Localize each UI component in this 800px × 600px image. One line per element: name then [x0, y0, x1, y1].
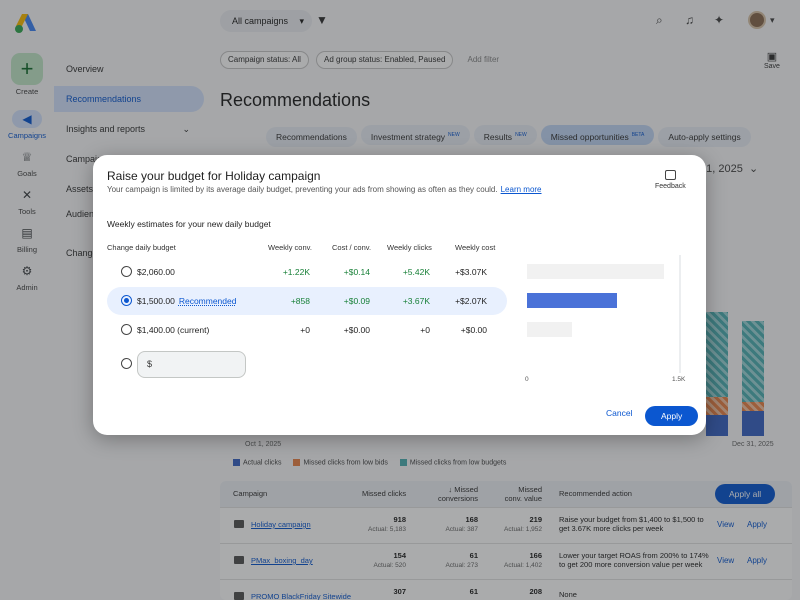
col-weekly-conv: Weekly conv. — [268, 243, 312, 252]
radio-button[interactable] — [121, 324, 132, 335]
budget-amount: $2,060.00 — [137, 267, 175, 277]
cost-conv-delta: +$0.14 — [343, 267, 370, 277]
conv-delta: +0 — [300, 325, 310, 335]
radio-button[interactable] — [121, 266, 132, 277]
conv-delta: +858 — [290, 296, 310, 306]
budget-amount: $1,500.00 Recommended — [137, 296, 237, 306]
radio-button[interactable] — [121, 358, 132, 369]
clicks-delta: +0 — [420, 325, 430, 335]
bar-option-1 — [527, 264, 664, 279]
bar-option-3 — [527, 322, 572, 337]
budget-option-row[interactable]: $2,060.00 +1.22K +$0.14 +5.42K +$3.07K — [107, 258, 507, 286]
apply-button[interactable]: Apply — [645, 406, 699, 426]
feedback-icon — [664, 170, 676, 180]
col-weekly-clicks: Weekly clicks — [387, 243, 432, 252]
cost-delta: +$0.00 — [460, 325, 487, 335]
budget-option-row[interactable]: $1,400.00 (current) +0 +$0.00 +0 +$0.00 — [107, 316, 507, 344]
dialog-description: Your campaign is limited by its average … — [107, 185, 542, 194]
clicks-delta: +3.67K — [402, 296, 430, 306]
cost-delta: +$2.07K — [455, 296, 487, 306]
recommended-label: Recommended — [178, 296, 237, 306]
chart-axis-min: 0 — [525, 376, 529, 383]
clicks-delta: +5.42K — [402, 267, 430, 277]
custom-budget-row[interactable] — [107, 350, 137, 378]
radio-button[interactable] — [121, 295, 132, 306]
cost-conv-delta: +$0.09 — [343, 296, 370, 306]
cost-delta: +$3.07K — [455, 267, 487, 277]
learn-more-link[interactable]: Learn more — [501, 185, 542, 194]
bar-option-2 — [527, 293, 617, 308]
custom-budget-input[interactable]: $ — [137, 351, 246, 378]
feedback-button[interactable]: Feedback — [655, 170, 686, 190]
budget-amount: $1,400.00 (current) — [137, 325, 210, 335]
chart-axis-max: 1.5K — [672, 376, 686, 383]
col-change-budget: Change daily budget — [107, 243, 176, 252]
cost-conv-delta: +$0.00 — [343, 325, 370, 335]
col-weekly-cost: Weekly cost — [455, 243, 496, 252]
dialog-title: Raise your budget for Holiday campaign — [107, 169, 321, 183]
budget-option-row[interactable]: $1,500.00 Recommended +858 +$0.09 +3.67K … — [107, 287, 507, 315]
dialog-subtitle: Weekly estimates for your new daily budg… — [107, 219, 271, 229]
clicks-bar-chart — [527, 255, 681, 373]
budget-dialog: Raise your budget for Holiday campaign Y… — [93, 155, 706, 435]
cancel-button[interactable]: Cancel — [606, 408, 632, 418]
conv-delta: +1.22K — [282, 267, 310, 277]
col-cost-conv: Cost / conv. — [332, 243, 372, 252]
